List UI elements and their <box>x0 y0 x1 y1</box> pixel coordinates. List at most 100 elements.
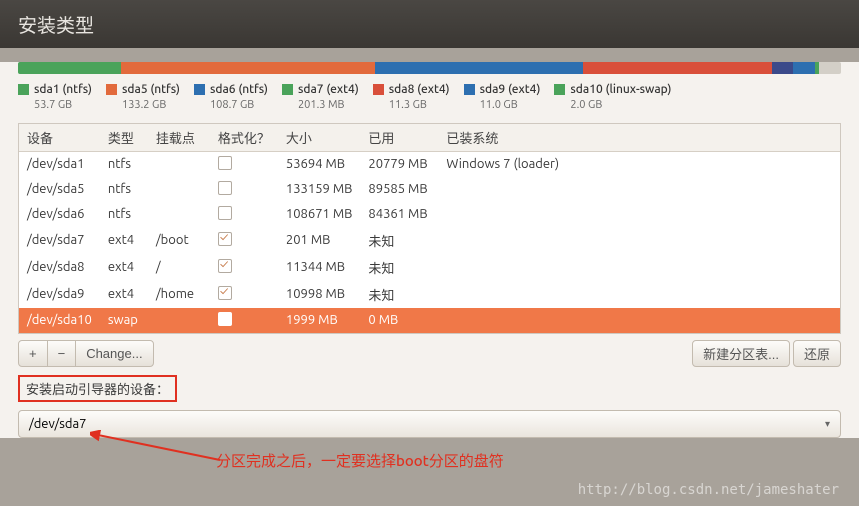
legend-name: sda1 (ntfs) <box>34 83 92 96</box>
cell-format[interactable] <box>210 281 278 308</box>
usage-segment <box>583 62 772 74</box>
usage-segment <box>819 62 841 74</box>
cell-format[interactable] <box>210 151 278 177</box>
legend-swatch <box>194 84 205 95</box>
legend-item: sda10 (linux-swap)2.0 GB <box>554 82 671 113</box>
table-header: 设备 类型 挂载点 格式化？ 大小 已用 已装系统 <box>19 124 840 152</box>
cell-size: 10998 MB <box>278 281 361 308</box>
col-type: 类型 <box>100 124 148 152</box>
table-row[interactable]: /dev/sda7ext4/boot201 MB未知 <box>19 227 840 254</box>
cell-system <box>438 227 840 254</box>
col-format: 格式化？ <box>210 124 278 152</box>
cell-format[interactable] <box>210 308 278 333</box>
cell-mount: /boot <box>148 227 210 254</box>
cell-used: 未知 <box>360 281 438 308</box>
legend-name: sda6 (ntfs) <box>210 83 268 96</box>
new-partition-table-button[interactable]: 新建分区表... <box>692 340 790 367</box>
cell-mount <box>148 151 210 177</box>
legend-swatch <box>554 84 565 95</box>
legend-item: sda6 (ntfs)108.7 GB <box>194 82 268 113</box>
legend-swatch <box>464 84 475 95</box>
cell-size: 11344 MB <box>278 254 361 281</box>
cell-device: /dev/sda1 <box>19 151 100 177</box>
cell-system <box>438 308 840 333</box>
bootloader-selected-value: /dev/sda7 <box>29 417 87 431</box>
table-row[interactable]: /dev/sda1ntfs53694 MB20779 MBWindows 7 (… <box>19 151 840 177</box>
cell-system: Windows 7 (loader) <box>438 151 840 177</box>
cell-type: ext4 <box>100 227 148 254</box>
usage-segment <box>793 62 814 74</box>
usage-segment <box>772 62 793 74</box>
cell-device: /dev/sda6 <box>19 202 100 227</box>
table-row[interactable]: /dev/sda9ext4/home10998 MB未知 <box>19 281 840 308</box>
col-system: 已装系统 <box>438 124 840 152</box>
remove-partition-button[interactable]: − <box>47 340 77 367</box>
format-checkbox[interactable] <box>218 259 232 273</box>
cell-type: ext4 <box>100 254 148 281</box>
format-checkbox[interactable] <box>218 181 232 195</box>
format-checkbox[interactable] <box>218 286 232 300</box>
legend-swatch <box>282 84 293 95</box>
cell-used: 0 MB <box>360 308 438 333</box>
partition-legend: sda1 (ntfs)53.7 GBsda5 (ntfs)133.2 GBsda… <box>0 80 859 123</box>
add-partition-button[interactable]: + <box>18 340 48 367</box>
legend-name: sda9 (ext4) <box>480 83 541 96</box>
cell-mount: / <box>148 254 210 281</box>
format-checkbox[interactable] <box>218 156 232 170</box>
cell-type: ntfs <box>100 177 148 202</box>
legend-size: 11.3 GB <box>389 99 427 111</box>
cell-system <box>438 177 840 202</box>
cell-type: ext4 <box>100 281 148 308</box>
cell-size: 133159 MB <box>278 177 361 202</box>
cell-format[interactable] <box>210 254 278 281</box>
cell-format[interactable] <box>210 177 278 202</box>
usage-segment <box>375 62 582 74</box>
cell-used: 84361 MB <box>360 202 438 227</box>
cell-used: 未知 <box>360 254 438 281</box>
cell-mount: /home <box>148 281 210 308</box>
table-row[interactable]: /dev/sda8ext4/ 11344 MB未知 <box>19 254 840 281</box>
cell-format[interactable] <box>210 227 278 254</box>
cell-system <box>438 281 840 308</box>
legend-swatch <box>373 84 384 95</box>
table-row[interactable]: /dev/sda5ntfs133159 MB89585 MB <box>19 177 840 202</box>
usage-segment <box>18 62 121 74</box>
cell-used: 20779 MB <box>360 151 438 177</box>
legend-item: sda7 (ext4)201.3 MB <box>282 82 359 113</box>
legend-swatch <box>18 84 29 95</box>
bootloader-device-select[interactable]: /dev/sda7 ▾ <box>18 410 841 438</box>
cell-device: /dev/sda7 <box>19 227 100 254</box>
format-checkbox[interactable] <box>218 312 232 326</box>
col-size: 大小 <box>278 124 361 152</box>
format-checkbox[interactable] <box>218 232 232 246</box>
cell-size: 201 MB <box>278 227 361 254</box>
revert-button[interactable]: 还原 <box>793 340 841 367</box>
legend-name: sda8 (ext4) <box>389 83 450 96</box>
legend-size: 133.2 GB <box>122 99 166 111</box>
change-partition-button[interactable]: Change... <box>75 340 153 367</box>
cell-mount <box>148 177 210 202</box>
cell-type: ntfs <box>100 151 148 177</box>
col-mount: 挂载点 <box>148 124 210 152</box>
cell-size: 108671 MB <box>278 202 361 227</box>
legend-name: sda10 (linux-swap) <box>570 83 671 96</box>
cell-format[interactable] <box>210 202 278 227</box>
chevron-down-icon: ▾ <box>825 418 830 430</box>
usage-segment <box>121 62 375 74</box>
col-used: 已用 <box>360 124 438 152</box>
cell-device: /dev/sda8 <box>19 254 100 281</box>
table-row[interactable]: /dev/sda6ntfs 108671 MB84361 MB <box>19 202 840 227</box>
cell-type: swap <box>100 308 148 333</box>
cell-type: ntfs <box>100 202 148 227</box>
watermark: http://blog.csdn.net/jameshater <box>578 482 839 498</box>
partition-edit-group: + − Change... <box>18 340 154 367</box>
legend-name: sda5 (ntfs) <box>122 83 180 96</box>
legend-swatch <box>106 84 117 95</box>
cell-device: /dev/sda10 <box>19 308 100 333</box>
cell-size: 1999 MB <box>278 308 361 333</box>
format-checkbox[interactable] <box>218 206 232 220</box>
cell-system <box>438 202 840 227</box>
table-row[interactable]: /dev/sda10swap 1999 MB0 MB <box>19 308 840 333</box>
partition-table[interactable]: 设备 类型 挂载点 格式化？ 大小 已用 已装系统 /dev/sda1ntfs5… <box>18 123 841 334</box>
cell-mount <box>148 308 210 333</box>
